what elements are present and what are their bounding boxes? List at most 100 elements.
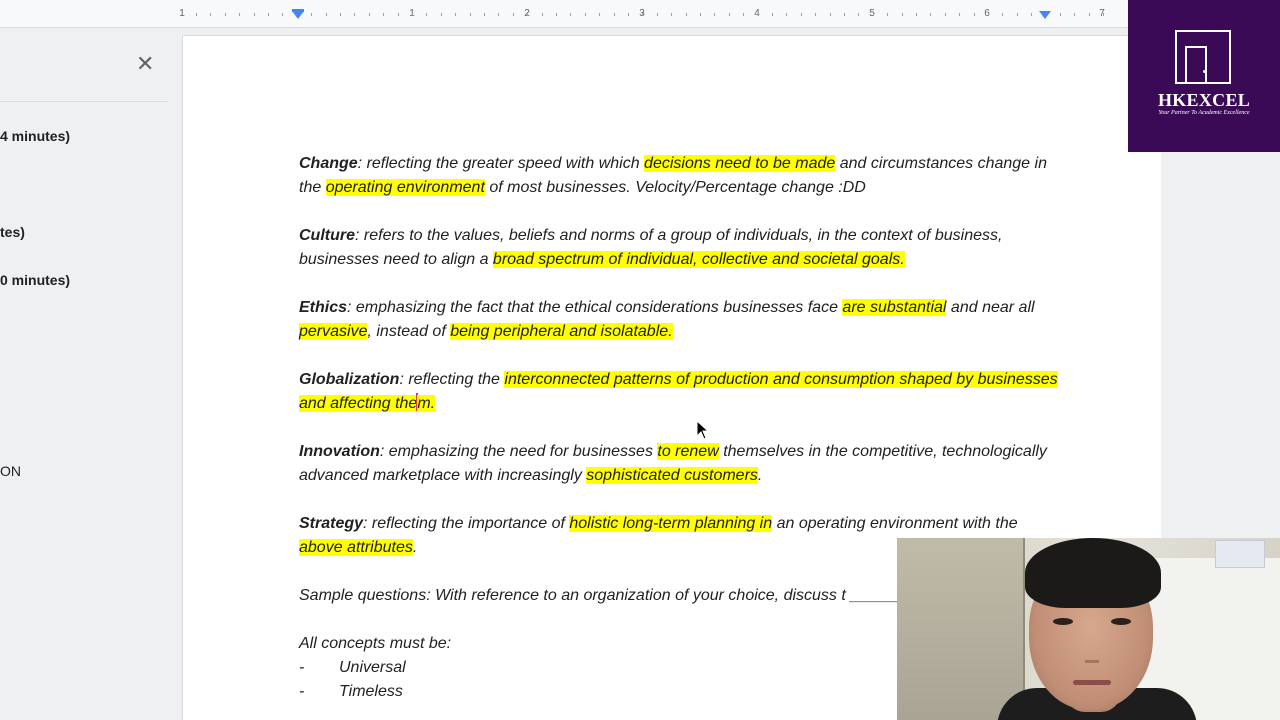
ruler-tick [829,13,831,16]
ruler-tick [224,13,226,16]
paragraph-text: an operating environment with the [772,515,1018,532]
ruler-tick [858,13,860,16]
logo-tagline: Your Partner To Academic Excellence [1158,110,1250,116]
ruler-tick [210,13,212,16]
paragraph-text: . [757,467,763,484]
document-paragraph[interactable]: Ethics: emphasizing the fact that the et… [299,296,1059,344]
ruler-tick [944,13,946,16]
ruler-tick [887,13,889,16]
paragraph-text: : emphasizing the fact that the ethical … [347,299,843,316]
highlighted-text: sophisticated customers [586,467,758,484]
document-outline-panel: ✕ 4 minutes) tes) 0 minutes) ON [0,28,168,720]
horizontal-ruler[interactable]: 11234567 [0,0,1128,28]
ruler-tick [1002,13,1004,16]
document-paragraph[interactable]: Change: reflecting the greater speed wit… [299,152,1059,200]
concept-term: Globalization [299,371,400,388]
close-icon[interactable]: ✕ [136,53,154,75]
concept-term: Change [299,155,358,172]
ruler-tick [930,13,932,16]
ruler-tick [700,13,701,16]
outline-item[interactable]: tes) [0,224,25,240]
highlighted-text: m. [417,395,436,412]
webcam-overlay [897,538,1280,720]
ruler-number: 1 [179,8,185,19]
outline-divider [0,101,168,102]
left-indent-marker[interactable] [292,11,304,19]
ruler-tick [599,13,601,16]
ruler-tick [512,13,514,16]
concept-term: Culture [299,227,355,244]
webcam-background-frame [897,538,1025,720]
ruler-tick [628,13,629,16]
first-line-indent-marker[interactable] [292,9,304,12]
ruler-tick [354,13,356,16]
ruler-tick [728,13,730,16]
ruler-tick [368,13,370,16]
highlighted-text: being peripheral and isolatable. [450,323,673,340]
presenter-nose [1085,633,1099,663]
door-knob [1203,70,1206,73]
list-dash: - [299,683,305,700]
highlighted-text: broad spectrum of individual, collective… [492,251,905,268]
ruler-tick [714,13,716,16]
highlighted-text: above attributes [299,539,413,556]
ruler-tick [455,13,457,16]
ruler-tick [196,13,197,16]
ruler-tick [973,13,975,16]
ruler-tick [656,13,658,16]
brand-logo: HKEXCEL Your Partner To Academic Excelle… [1128,0,1280,152]
outline-item[interactable]: 4 minutes) [0,128,70,144]
ruler-tick [772,13,773,16]
ruler-tick [1060,13,1061,16]
ruler-tick [685,13,687,16]
concept-term: Innovation [299,443,380,460]
ruler-tick [469,13,471,16]
ruler-tick [1031,13,1033,16]
ruler-tick [397,13,399,16]
highlighted-text: pervasive [299,323,368,340]
outline-item[interactable]: 0 minutes) [0,272,70,288]
paragraph-text: : reflecting the greater speed with whic… [357,155,645,172]
mouse-pointer-icon [696,420,710,440]
door-panel [1185,46,1207,84]
presenter-eye [1111,618,1131,625]
ruler-tick [282,13,284,16]
webcam-background-poster [1215,540,1265,568]
ruler-tick [613,13,615,16]
ruler-tick [743,13,745,16]
ruler-tick [268,13,269,16]
ruler-tick [1074,13,1076,16]
paragraph-text: . [412,539,418,556]
list-dash: - [299,659,305,676]
ruler-tick [440,13,442,16]
presenter-mouth [1073,680,1111,685]
ruler-tick [671,13,673,16]
ruler-tick [498,13,500,16]
ruler-tick [412,13,413,16]
ruler-tick [311,13,313,16]
paragraph-text: : emphasizing the need for businesses [379,443,658,460]
ruler-tick [325,13,327,16]
outline-item[interactable]: ON [0,463,21,479]
document-paragraph[interactable]: Culture: refers to the values, beliefs a… [299,224,1059,272]
logo-name: HKEXCEL [1157,90,1251,110]
ruler-tick [757,13,759,16]
highlighted-text: operating environment [325,179,485,196]
ruler-track: 11234567 [179,8,1122,22]
document-paragraph[interactable]: Innovation: emphasizing the need for bus… [299,440,1059,488]
right-indent-marker[interactable] [1039,11,1051,19]
paragraph-text: Sample questions: With reference to an o… [299,587,984,604]
ruler-tick [527,13,529,16]
ruler-tick [786,13,788,16]
presenter-hair [1025,538,1161,608]
paragraph-text: of most businesses. Velocity/Percentage … [484,179,866,196]
ruler-tick [541,13,543,16]
ruler-tick [570,13,572,16]
document-paragraph[interactable]: Globalization: reflecting the interconne… [299,368,1059,416]
ruler-tick [800,13,802,16]
ruler-tick [1103,13,1105,16]
ruler-tick [901,13,903,16]
ruler-tick [844,13,845,16]
list-item-text: Universal [339,659,406,676]
ruler-tick [916,13,917,16]
